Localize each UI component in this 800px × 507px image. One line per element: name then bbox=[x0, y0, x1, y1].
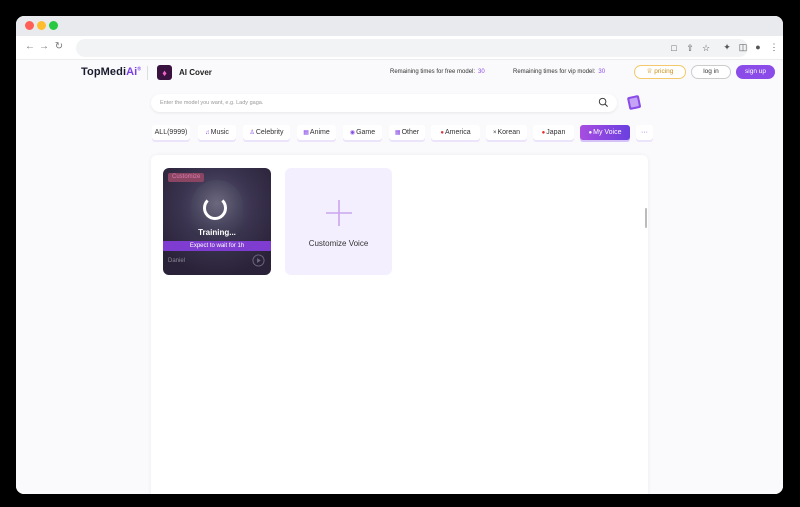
search-input[interactable] bbox=[160, 97, 580, 109]
site-header: TopMediAi® ♦ AI Cover Remaining times fo… bbox=[16, 60, 783, 88]
customize-voice-label: Customize Voice bbox=[308, 239, 369, 248]
panel-scrollbar[interactable] bbox=[645, 208, 647, 228]
kr-flag-icon: × bbox=[492, 130, 497, 136]
tab-anime[interactable]: ▦Anime bbox=[297, 125, 336, 140]
us-flag-icon: ● bbox=[440, 130, 444, 136]
customize-voice-card[interactable]: Customize Voice bbox=[285, 168, 392, 275]
person-icon: ♙ bbox=[249, 130, 255, 136]
mic-icon: ● bbox=[588, 130, 593, 136]
extensions-icon[interactable]: ✦ bbox=[721, 41, 733, 53]
tab-celebrity[interactable]: ♙Celebrity bbox=[243, 125, 290, 140]
topmediai-logo[interactable]: TopMediAi® bbox=[81, 66, 141, 78]
tab-search-icon[interactable]: □ bbox=[668, 42, 680, 54]
voice-panel: Customize Training... Expect to wait for… bbox=[151, 155, 648, 494]
forward-icon[interactable]: → bbox=[38, 40, 50, 54]
vip-remaining: Remaining times for vip model: 30 bbox=[513, 69, 606, 75]
plus-icon bbox=[326, 200, 352, 226]
guide-book-icon[interactable] bbox=[626, 93, 642, 111]
reload-icon[interactable]: ↻ bbox=[53, 40, 65, 54]
training-status: Training... bbox=[198, 228, 236, 237]
menu-kebab-icon[interactable]: ⋮ bbox=[768, 41, 780, 53]
anime-icon: ▦ bbox=[303, 130, 309, 136]
sidebar-icon[interactable]: ◫ bbox=[737, 41, 749, 53]
customize-badge: Customize bbox=[168, 173, 205, 182]
loading-spinner-icon bbox=[203, 196, 227, 220]
bookmark-star-icon[interactable]: ☆ bbox=[700, 42, 712, 54]
search-icon[interactable] bbox=[598, 97, 609, 108]
pricing-button[interactable]: ♕ pricing bbox=[634, 65, 686, 79]
wait-time-banner: Expect to wait for 1h bbox=[163, 241, 271, 251]
ai-cover-app-icon: ♦ bbox=[157, 65, 172, 80]
crown-icon: ♕ bbox=[646, 68, 653, 75]
search-bar bbox=[151, 94, 617, 112]
browser-window: ← → ↻ □ ⇧ ☆ ✦ ◫ ● ⋮ TopMediAi® ♦ AI Cove… bbox=[16, 16, 783, 494]
tab-my-voice[interactable]: ●My Voice bbox=[580, 125, 630, 140]
voice-name: Daniel bbox=[168, 258, 186, 264]
title-bar bbox=[16, 16, 783, 36]
jp-flag-icon: ● bbox=[541, 130, 546, 136]
header-divider bbox=[147, 66, 148, 80]
close-window-button[interactable] bbox=[25, 21, 34, 30]
tab-music[interactable]: ♫Music bbox=[198, 125, 236, 140]
profile-icon[interactable]: ● bbox=[752, 41, 764, 53]
tab-other[interactable]: ▦Other bbox=[389, 125, 425, 140]
share-icon[interactable]: ⇧ bbox=[684, 42, 696, 54]
more-categories-button[interactable]: ··· bbox=[636, 125, 653, 140]
tab-japan[interactable]: ●Japan bbox=[533, 125, 574, 140]
app-name: AI Cover bbox=[179, 68, 212, 77]
minimize-window-button[interactable] bbox=[37, 21, 46, 30]
tab-game[interactable]: ◉Game bbox=[343, 125, 382, 140]
signup-button[interactable]: sign up bbox=[736, 65, 775, 79]
tab-america[interactable]: ●America bbox=[431, 125, 480, 140]
tab-all[interactable]: ALL(9999) bbox=[152, 125, 190, 140]
page-content: TopMediAi® ♦ AI Cover Remaining times fo… bbox=[16, 60, 783, 494]
gamepad-icon: ◉ bbox=[349, 130, 356, 136]
back-icon[interactable]: ← bbox=[24, 40, 36, 54]
login-button[interactable]: log in bbox=[691, 65, 731, 79]
play-icon[interactable] bbox=[252, 254, 265, 267]
address-bar[interactable]: □ ⇧ ☆ bbox=[76, 39, 748, 57]
training-voice-card[interactable]: Customize Training... Expect to wait for… bbox=[163, 168, 271, 275]
free-remaining: Remaining times for free model: 30 bbox=[390, 69, 485, 75]
browser-toolbar: ← → ↻ □ ⇧ ☆ ✦ ◫ ● ⋮ bbox=[16, 36, 783, 60]
tab-korean[interactable]: ×Korean bbox=[486, 125, 527, 140]
grid-icon: ▦ bbox=[394, 130, 401, 136]
music-icon: ♫ bbox=[205, 130, 210, 136]
maximize-window-button[interactable] bbox=[49, 21, 58, 30]
